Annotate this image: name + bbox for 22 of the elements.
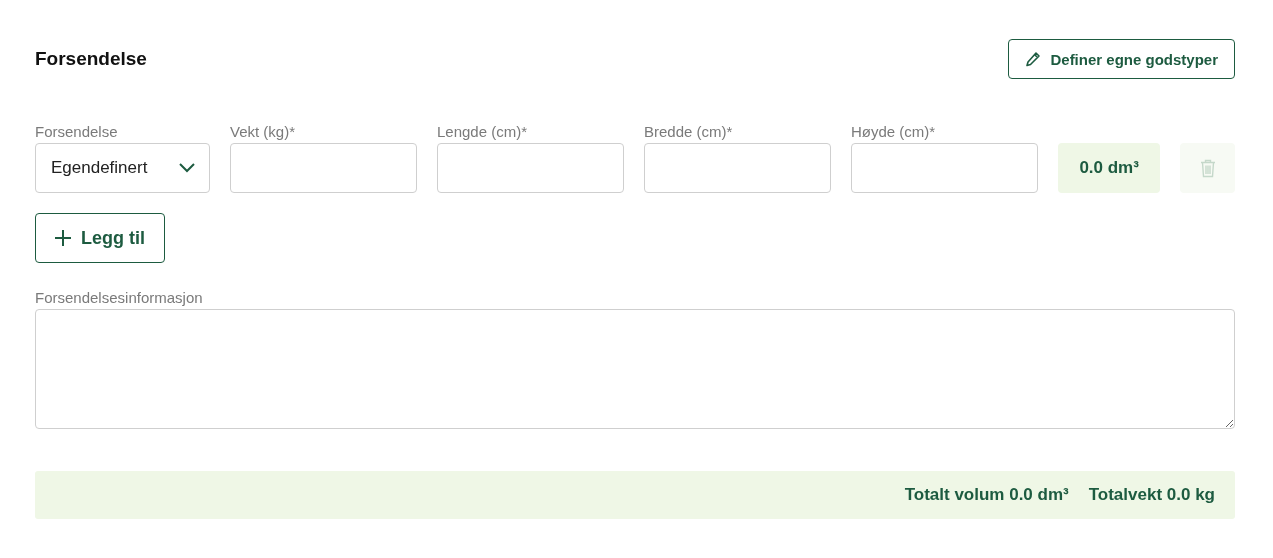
shipment-type-select[interactable]: Egendefinert bbox=[35, 143, 210, 193]
field-label: Vekt (kg)* bbox=[230, 123, 297, 140]
volume-display: 0.0 dm³ bbox=[1058, 143, 1161, 193]
add-button[interactable]: Legg til bbox=[35, 213, 165, 263]
field-label: Forsendelsesinformasjon bbox=[35, 289, 204, 306]
input-field[interactable] bbox=[437, 143, 624, 193]
plus-icon bbox=[55, 230, 71, 246]
input-field[interactable] bbox=[230, 143, 417, 193]
section-title: Forsendelse bbox=[35, 48, 147, 70]
field-label: Lengde (cm)* bbox=[437, 123, 529, 140]
input-field[interactable] bbox=[851, 143, 1038, 193]
chevron-down-icon bbox=[179, 163, 195, 173]
field-label: Bredde (cm)* bbox=[644, 123, 734, 140]
total-weight: Totalvekt 0.0 kg bbox=[1088, 485, 1215, 505]
define-goods-types-button[interactable]: Definer egne godstyper bbox=[1008, 39, 1235, 79]
input-field[interactable] bbox=[644, 143, 831, 193]
field-label: Høyde (cm)* bbox=[851, 123, 937, 140]
pencil-icon bbox=[1025, 51, 1042, 67]
text-area[interactable] bbox=[35, 309, 1235, 429]
field-label: Forsendelse bbox=[35, 123, 119, 140]
total-volume: Totalt volum 0.0 dm³ bbox=[904, 485, 1069, 505]
trash-icon bbox=[1199, 158, 1216, 178]
